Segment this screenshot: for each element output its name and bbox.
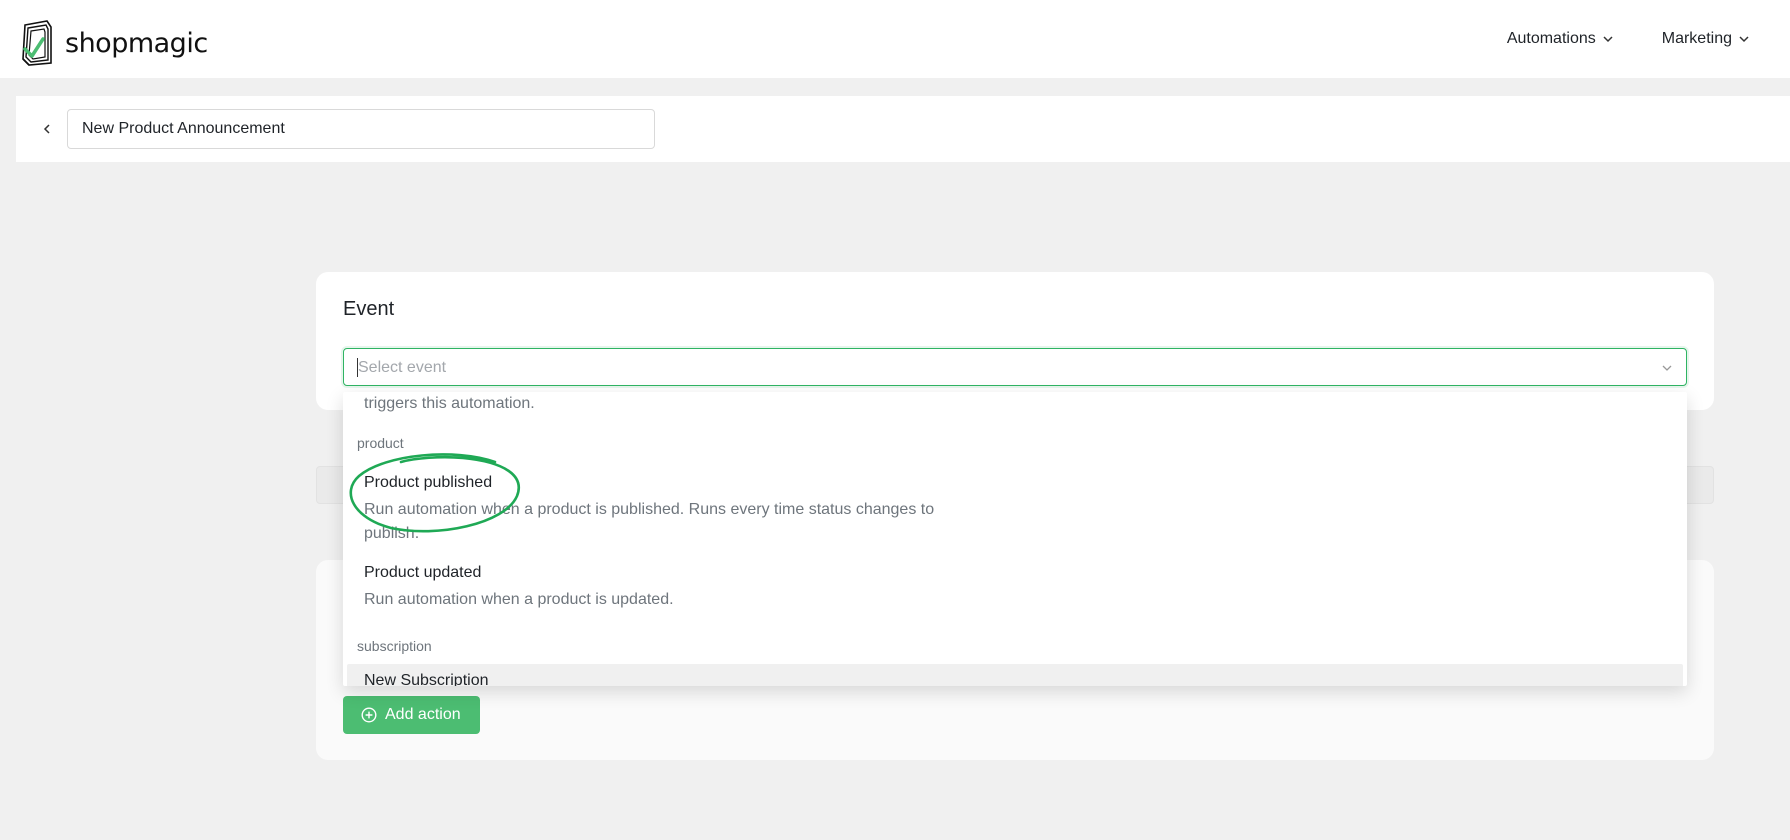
option-new-subscription[interactable]: New Subscription — [347, 664, 1683, 686]
option-title: New Subscription — [364, 672, 489, 686]
nav-marketing-menu[interactable]: Marketing — [1662, 30, 1750, 48]
option-product-published[interactable]: Product published Run automation when a … — [343, 468, 1687, 544]
option-title: Product updated — [364, 564, 482, 581]
brand-name: shopmagic — [65, 27, 208, 59]
event-select-placeholder: Select event — [358, 359, 447, 376]
event-select[interactable]: Select event — [343, 348, 1687, 386]
top-navigation-bar: shopmagic Automations Marketing — [0, 0, 1790, 78]
main-nav: Automations Marketing — [1507, 30, 1750, 48]
text-cursor — [357, 358, 358, 377]
chevron-left-icon — [43, 124, 50, 134]
group-label-product: product — [357, 435, 404, 451]
option-product-updated[interactable]: Product updated Run automation when a pr… — [343, 562, 1687, 618]
option-description: Run automation when a product is updated… — [364, 591, 674, 608]
option-description: triggers this automation. — [364, 395, 535, 412]
event-heading: Event — [343, 298, 395, 320]
brand-logo[interactable]: shopmagic — [17, 19, 208, 67]
chevron-down-icon — [1739, 36, 1749, 43]
add-action-label: Add action — [385, 706, 461, 723]
nav-automations-label: Automations — [1506, 30, 1596, 47]
chevron-down-icon — [1662, 365, 1672, 371]
option-title: Product published — [364, 474, 493, 491]
add-action-button[interactable]: Add action — [343, 696, 480, 734]
automation-title-bar — [16, 96, 1790, 162]
group-label-subscription: subscription — [357, 638, 432, 654]
back-button[interactable] — [36, 118, 58, 140]
shopmagic-logo-icon — [22, 20, 52, 66]
event-dropdown-list[interactable]: triggers this automation. product Produc… — [343, 392, 1687, 686]
plus-circle-icon — [361, 707, 377, 723]
nav-automations-menu[interactable]: Automations — [1507, 30, 1614, 48]
option-description: Run automation when a product is publish… — [364, 501, 935, 542]
chevron-down-icon — [1603, 36, 1613, 43]
automation-name-input[interactable] — [67, 109, 655, 149]
nav-marketing-label: Marketing — [1661, 30, 1732, 47]
event-card: Event Select event — [316, 272, 1714, 410]
